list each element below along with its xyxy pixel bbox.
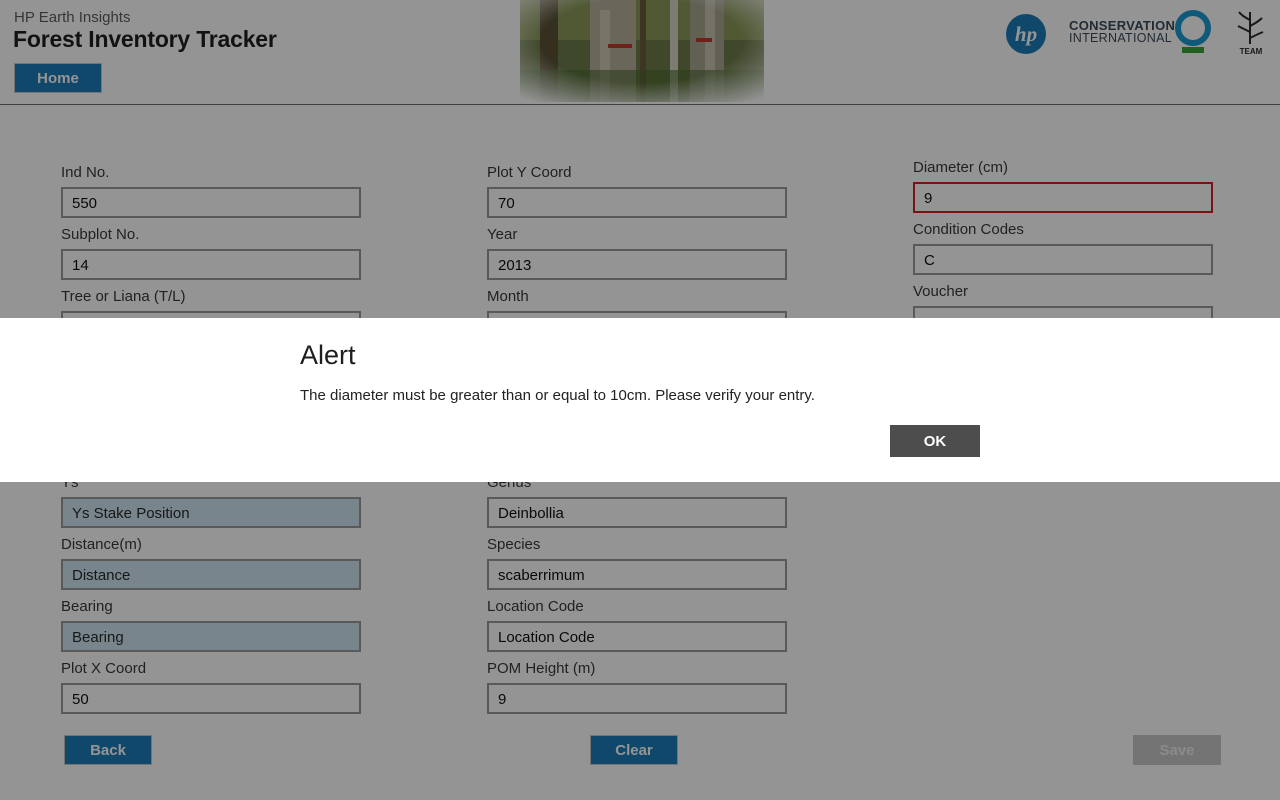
alert-title: Alert [300,340,356,370]
alert-dialog: Alert The diameter must be greater than … [0,318,1280,482]
alert-message: The diameter must be greater than or equ… [300,387,815,404]
ok-button[interactable]: OK [890,425,980,457]
